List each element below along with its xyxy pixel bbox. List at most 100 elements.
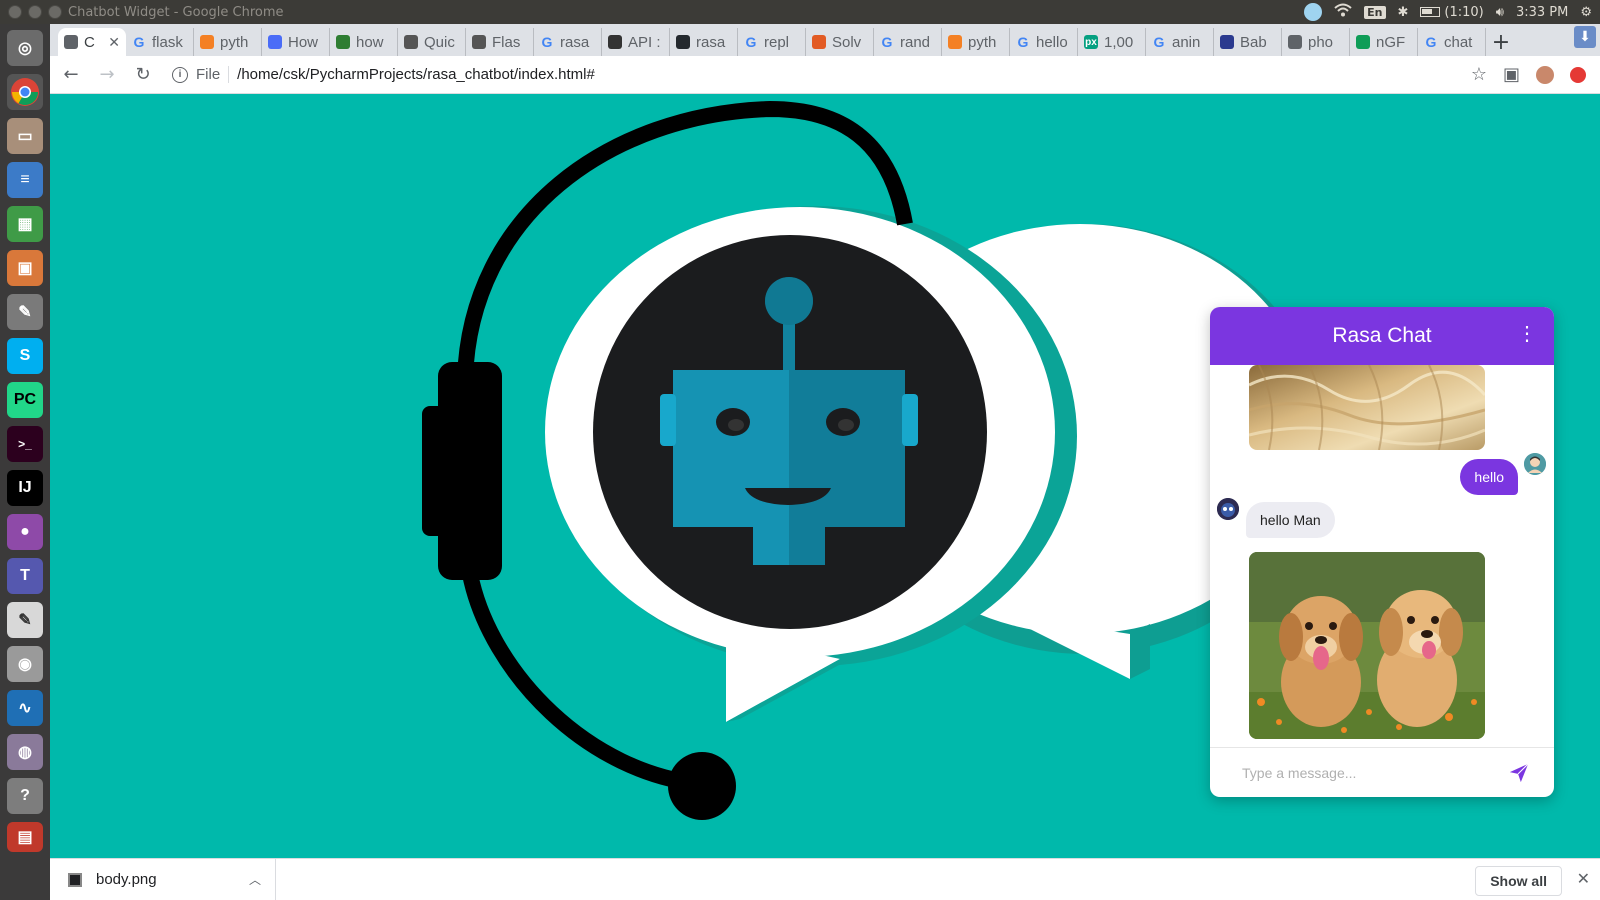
calc-icon[interactable]: ▦ xyxy=(7,206,43,242)
bluetooth-icon[interactable]: ✱ xyxy=(1398,5,1409,20)
user-avatar xyxy=(1524,453,1546,475)
tab[interactable]: Grand xyxy=(874,28,942,56)
back-button[interactable]: ← xyxy=(58,62,84,88)
G-favicon-icon: G xyxy=(745,34,757,50)
chrome-icon[interactable] xyxy=(7,74,43,110)
toolbar-actions: ☆ ▣ xyxy=(1471,64,1592,85)
battery-icon xyxy=(1420,7,1441,17)
settings-gear-icon[interactable]: ⚙ xyxy=(1580,5,1592,20)
tab[interactable]: Gflask xyxy=(126,28,194,56)
help-icon[interactable]: ? xyxy=(7,778,43,814)
teams-icon[interactable]: T xyxy=(7,558,43,594)
send-icon xyxy=(1509,762,1529,782)
C-favicon-icon xyxy=(1220,35,1234,49)
more-options-icon[interactable]: ⋮ xyxy=(1517,324,1537,344)
tab[interactable]: Quic xyxy=(398,28,466,56)
volume-icon[interactable]: 🔊︎ xyxy=(1496,5,1504,20)
wifi-icon[interactable] xyxy=(1334,3,1352,21)
writer-icon[interactable]: ≡ xyxy=(7,162,43,198)
tab-label: API : xyxy=(628,33,661,51)
system-monitor-icon[interactable]: ∿ xyxy=(7,690,43,726)
trash-icon[interactable]: ▤ xyxy=(7,822,43,852)
close-window-button[interactable] xyxy=(8,5,22,19)
send-button[interactable] xyxy=(1506,760,1532,786)
tab-label: How xyxy=(288,33,319,51)
download-file-name: body.png xyxy=(96,871,157,888)
tab[interactable]: Ganin xyxy=(1146,28,1214,56)
reload-button[interactable]: ↻ xyxy=(130,62,156,88)
url-text[interactable]: /home/csk/PycharmProjects/rasa_chatbot/i… xyxy=(237,66,595,83)
show-all-button[interactable]: Show all xyxy=(1475,866,1562,896)
tab[interactable]: Solv xyxy=(806,28,874,56)
profile-avatar-icon[interactable] xyxy=(1536,65,1554,84)
tab[interactable]: Gchat xyxy=(1418,28,1486,56)
tab[interactable]: pho xyxy=(1282,28,1350,56)
tab[interactable]: Ghello xyxy=(1010,28,1078,56)
tab[interactable]: pyth xyxy=(194,28,262,56)
extension-adblock-icon[interactable] xyxy=(1570,66,1586,83)
new-tab-button[interactable]: + xyxy=(1486,28,1516,56)
intellij-icon[interactable]: IJ xyxy=(7,470,43,506)
tab[interactable]: pyth xyxy=(942,28,1010,56)
message-input[interactable] xyxy=(1242,764,1506,781)
impress-icon[interactable]: ▣ xyxy=(7,250,43,286)
bot-image-message[interactable] xyxy=(1249,552,1485,739)
extension-icon[interactable]: ▣ xyxy=(1503,64,1520,85)
webcam-icon[interactable]: ◍ xyxy=(7,734,43,770)
battery-indicator[interactable]: (1:10) xyxy=(1420,5,1484,20)
tab[interactable]: Grepl xyxy=(738,28,806,56)
address-bar[interactable]: i File /home/csk/PycharmProjects/rasa_ch… xyxy=(166,60,1461,90)
screen-recorder-icon[interactable]: ● xyxy=(7,514,43,550)
toolbar: ← → ↻ i File /home/csk/PycharmProjects/r… xyxy=(50,56,1600,94)
tab[interactable]: Bab xyxy=(1214,28,1282,56)
doc-favicon-icon xyxy=(608,35,622,49)
camera-icon[interactable]: ◉ xyxy=(7,646,43,682)
tab[interactable]: API : xyxy=(602,28,670,56)
gh-favicon-icon xyxy=(676,35,690,49)
download-item[interactable]: body.png ︿ xyxy=(50,858,276,900)
dash-home-icon[interactable]: ◎ xyxy=(7,30,43,66)
system-settings-icon[interactable]: ✎ xyxy=(7,294,43,330)
tab[interactable]: Grasa xyxy=(534,28,602,56)
download-arrow-icon[interactable]: ⬇ xyxy=(1574,26,1596,48)
files-icon[interactable]: ▭ xyxy=(7,118,43,154)
y-favicon-icon xyxy=(336,35,350,49)
tab[interactable]: Flas xyxy=(466,28,534,56)
bookmark-star-icon[interactable]: ☆ xyxy=(1471,64,1487,85)
chat-messages[interactable]: hello hello Man xyxy=(1210,365,1554,747)
maximize-window-button[interactable] xyxy=(48,5,62,19)
tab-label: C xyxy=(84,33,95,51)
skype-icon[interactable]: S xyxy=(7,338,43,374)
tab-label: Quic xyxy=(424,33,455,51)
tab[interactable]: how xyxy=(330,28,398,56)
page-content: Rasa Chat ⋮ hello hello Man Type a messa… xyxy=(50,94,1600,858)
img-favicon-icon xyxy=(1356,35,1370,49)
so-favicon-icon xyxy=(948,35,962,49)
text-editor-icon[interactable]: ✎ xyxy=(7,602,43,638)
px-favicon-icon: px xyxy=(1084,35,1098,49)
tab-label: pho xyxy=(1308,33,1334,51)
tab[interactable]: How xyxy=(262,28,330,56)
chevron-up-icon[interactable]: ︿ xyxy=(249,871,261,888)
bot-image-message[interactable] xyxy=(1249,365,1485,450)
tab-label: 1,00 xyxy=(1104,33,1134,51)
terminal-icon[interactable]: >_ xyxy=(7,426,43,462)
site-info-icon[interactable]: i xyxy=(172,66,188,83)
close-icon[interactable]: ✕ xyxy=(1577,869,1590,888)
tab[interactable]: rasa xyxy=(670,28,738,56)
pycharm-icon[interactable]: PC xyxy=(7,382,43,418)
skype-tray-icon[interactable] xyxy=(1304,3,1323,21)
forward-button[interactable]: → xyxy=(94,62,120,88)
clock[interactable]: 3:33 PM xyxy=(1516,5,1568,20)
tab-close-icon[interactable]: ✕ xyxy=(108,34,120,51)
tab-label: Solv xyxy=(832,33,862,51)
chat-widget: Rasa Chat ⋮ hello hello Man Type a messa… xyxy=(1210,307,1554,797)
doc-favicon-icon xyxy=(404,35,418,49)
keyboard-language-indicator[interactable]: En xyxy=(1364,5,1386,19)
minimize-window-button[interactable] xyxy=(28,5,42,19)
tab[interactable]: px 1,00 xyxy=(1078,28,1146,56)
image-file-icon xyxy=(68,872,82,887)
tab-active[interactable]: C ✕ xyxy=(58,28,126,56)
tab[interactable]: nGF xyxy=(1350,28,1418,56)
tab-label: nGF xyxy=(1376,33,1406,51)
